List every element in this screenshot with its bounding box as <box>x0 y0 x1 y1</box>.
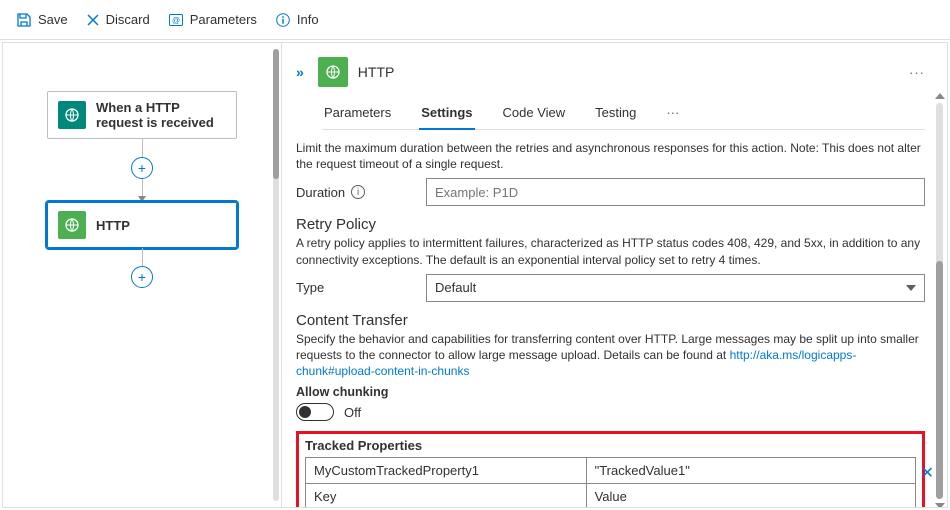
tab-code-view[interactable]: Code View <box>501 99 568 129</box>
parameters-label: Parameters <box>190 12 257 27</box>
scroll-thumb[interactable] <box>936 261 943 499</box>
save-icon <box>16 12 32 28</box>
save-button[interactable]: Save <box>16 12 68 28</box>
retry-type-select[interactable]: Default <box>426 274 925 302</box>
add-step-button[interactable]: + <box>131 266 153 288</box>
designer-toolbar: Save Discard @ Parameters Info <box>0 0 950 40</box>
http-request-icon <box>58 101 86 129</box>
connector-end: + <box>131 248 153 288</box>
tracked-properties-table: MyCustomTrackedProperty1 "TrackedValue1"… <box>305 457 916 507</box>
info-icon[interactable]: i <box>351 185 365 199</box>
node-label: When a HTTP request is received <box>96 100 226 130</box>
workflow-node-http[interactable]: HTTP <box>47 202 237 248</box>
close-icon <box>86 13 100 27</box>
allow-chunking-label: Allow chunking <box>296 385 925 399</box>
scroll-up-icon <box>935 93 945 99</box>
panel-more-button[interactable]: ··· <box>909 65 925 80</box>
action-settings-panel: » HTTP ··· Parameters Settings Code View… <box>281 43 947 507</box>
parameters-icon: @ <box>168 12 184 28</box>
http-action-icon <box>58 211 86 239</box>
panel-title: HTTP <box>358 64 395 80</box>
tab-parameters[interactable]: Parameters <box>322 99 393 129</box>
duration-label: Duration i <box>296 185 412 200</box>
table-row: MyCustomTrackedProperty1 "TrackedValue1" <box>306 458 916 484</box>
workflow-node-trigger[interactable]: When a HTTP request is received <box>47 91 237 139</box>
connector: + <box>131 139 153 202</box>
transfer-help-text: Specify the behavior and capabilities fo… <box>296 331 925 380</box>
allow-chunking-state: Off <box>344 405 361 420</box>
retry-heading: Retry Policy <box>296 216 925 233</box>
transfer-heading: Content Transfer <box>296 312 925 329</box>
panel-tabs: Parameters Settings Code View Testing ··… <box>322 99 925 130</box>
parameters-button[interactable]: @ Parameters <box>168 12 257 28</box>
retry-type-value: Default <box>435 280 476 295</box>
tab-settings[interactable]: Settings <box>419 99 474 130</box>
info-icon <box>275 12 291 28</box>
info-label: Info <box>297 12 319 27</box>
collapse-panel-button[interactable]: » <box>296 64 308 80</box>
tracked-properties-section: Tracked Properties MyCustomTrackedProper… <box>296 431 925 507</box>
duration-input[interactable] <box>426 178 925 206</box>
canvas-scrollbar[interactable] <box>273 49 279 501</box>
tracked-key-cell[interactable]: Key <box>314 489 336 504</box>
tracked-value-cell[interactable]: Value <box>595 489 627 504</box>
table-row: Key Value <box>306 484 916 507</box>
tracked-key-cell[interactable]: MyCustomTrackedProperty1 <box>314 463 479 478</box>
http-action-icon <box>318 57 348 87</box>
duration-help-text: Limit the maximum duration between the r… <box>296 140 925 172</box>
discard-button[interactable]: Discard <box>86 12 150 27</box>
tracked-value-cell[interactable]: "TrackedValue1" <box>595 463 690 478</box>
discard-label: Discard <box>106 12 150 27</box>
allow-chunking-toggle[interactable] <box>296 403 334 421</box>
scroll-down-icon <box>935 503 945 507</box>
svg-text:@: @ <box>172 16 180 25</box>
tab-overflow[interactable]: ··· <box>664 99 681 129</box>
retry-help-text: A retry policy applies to intermittent f… <box>296 235 925 267</box>
retry-type-label: Type <box>296 280 412 295</box>
workflow-canvas[interactable]: When a HTTP request is received + HTTP + <box>3 43 281 507</box>
designer-body: When a HTTP request is received + HTTP + <box>2 42 948 508</box>
remove-row-button[interactable]: ✕ <box>921 463 934 483</box>
tracked-heading: Tracked Properties <box>305 438 916 453</box>
panel-header: » HTTP ··· <box>296 57 925 87</box>
panel-scrollbar[interactable] <box>936 103 943 499</box>
save-label: Save <box>38 12 68 27</box>
chevron-down-icon <box>906 285 916 291</box>
add-step-button[interactable]: + <box>131 157 153 179</box>
duration-section: Limit the maximum duration between the r… <box>296 140 925 206</box>
retry-policy-section: Retry Policy A retry policy applies to i… <box>296 216 925 301</box>
tab-testing[interactable]: Testing <box>593 99 638 129</box>
node-label: HTTP <box>96 218 130 233</box>
info-button[interactable]: Info <box>275 12 319 28</box>
content-transfer-section: Content Transfer Specify the behavior an… <box>296 312 925 422</box>
